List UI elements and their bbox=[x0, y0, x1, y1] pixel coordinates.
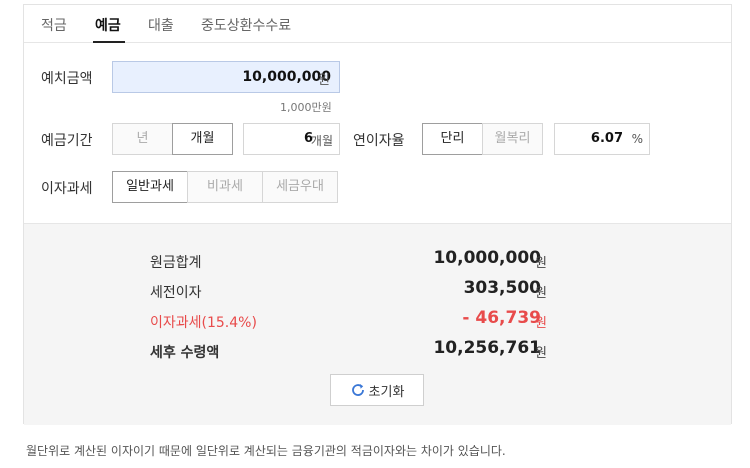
interest-tax-amount-label: 이자과세(15.4%) bbox=[150, 315, 257, 331]
result-panel: 원금합계 10,000,000 원 세전이자 303,500 원 이자과세(15… bbox=[24, 223, 731, 425]
deposit-period-label: 예금기간 bbox=[41, 133, 93, 149]
deposit-amount-unit: 원 bbox=[318, 73, 330, 88]
deposit-amount-korean: 1,000만원 bbox=[280, 101, 332, 114]
interest-tax-label: 이자과세 bbox=[41, 181, 93, 197]
deposit-amount-input[interactable]: 10,000,000 bbox=[112, 61, 340, 93]
tax-preferential-option[interactable]: 세금우대 bbox=[262, 171, 338, 203]
deposit-amount-label: 예치금액 bbox=[41, 71, 93, 87]
pretax-interest-unit: 원 bbox=[535, 286, 547, 301]
refresh-icon bbox=[351, 384, 364, 396]
tab-savings[interactable]: 적금 bbox=[41, 15, 67, 35]
annual-rate-input[interactable]: 6.07 % bbox=[554, 123, 650, 155]
tab-bar: 적금 예금 대출 중도상환수수료 bbox=[24, 5, 731, 43]
pretax-interest-value: 303,500 bbox=[463, 278, 541, 298]
reset-button-label: 초기화 bbox=[368, 384, 405, 400]
annual-rate-label: 연이자율 bbox=[353, 133, 405, 149]
deposit-period-unit: 개월 bbox=[310, 134, 333, 148]
reset-button[interactable]: 초기화 bbox=[330, 374, 424, 406]
rate-simple-option[interactable]: 단리 bbox=[422, 123, 483, 155]
tax-exempt-option[interactable]: 비과세 bbox=[187, 171, 263, 203]
net-amount-unit: 원 bbox=[535, 346, 547, 361]
tab-deposit[interactable]: 예금 bbox=[95, 15, 121, 35]
annual-rate-value: 6.07 bbox=[590, 131, 623, 146]
tab-prepayment-fee[interactable]: 중도상환수수료 bbox=[201, 15, 291, 35]
net-amount-label: 세후 수령액 bbox=[150, 345, 220, 361]
principal-total-label: 원금합계 bbox=[150, 255, 202, 271]
tax-general-option[interactable]: 일반과세 bbox=[112, 171, 188, 203]
calculator-card: 적금 예금 대출 중도상환수수료 예치금액 10,000,000 원 1,000… bbox=[23, 4, 732, 425]
rate-monthly-compound-option[interactable]: 월복리 bbox=[482, 123, 543, 155]
principal-total-unit: 원 bbox=[535, 256, 547, 271]
principal-total-value: 10,000,000 bbox=[433, 248, 541, 268]
annual-rate-unit: % bbox=[631, 132, 643, 146]
interest-tax-amount-unit: 원 bbox=[535, 316, 547, 331]
deposit-period-input[interactable]: 6 개월 bbox=[243, 123, 340, 155]
period-month-option[interactable]: 개월 bbox=[172, 123, 233, 155]
net-amount-value: 10,256,761 bbox=[433, 338, 541, 358]
disclaimer-note: 월단위로 계산된 이자이기 때문에 일단위로 계산되는 금융기관의 적금이자와는… bbox=[26, 444, 506, 458]
active-tab-indicator bbox=[93, 41, 125, 43]
tab-loan[interactable]: 대출 bbox=[148, 15, 174, 35]
period-year-option[interactable]: 년 bbox=[112, 123, 173, 155]
interest-tax-amount-value: - 46,739 bbox=[462, 308, 541, 328]
pretax-interest-label: 세전이자 bbox=[150, 285, 202, 301]
